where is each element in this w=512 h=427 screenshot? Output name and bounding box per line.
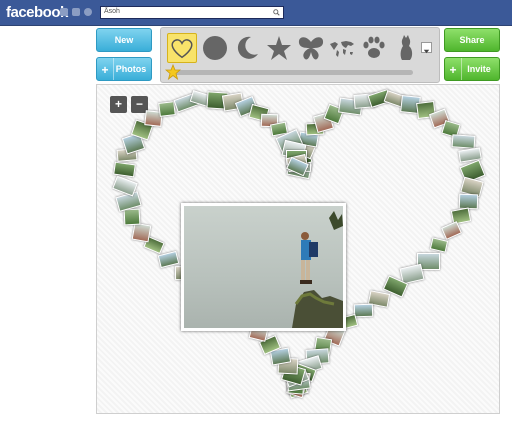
notifications-icon[interactable] [84, 8, 92, 16]
paw-icon[interactable] [359, 33, 389, 63]
featured-photo[interactable] [181, 203, 346, 331]
collage-thumbnail[interactable] [131, 222, 152, 243]
circle-icon[interactable] [200, 33, 230, 63]
search-icon[interactable] [273, 9, 280, 16]
size-slider[interactable] [170, 70, 413, 75]
moon-icon[interactable] [232, 33, 262, 63]
slider-handle-star-icon[interactable] [165, 64, 181, 80]
star-icon[interactable] [264, 33, 294, 63]
plus-icon: + [445, 58, 462, 80]
left-column [0, 26, 94, 427]
search-input[interactable]: Ãsoh [100, 6, 284, 19]
invite-button-label: Invite [467, 64, 491, 74]
world-map-icon[interactable] [327, 33, 357, 63]
share-button[interactable]: Share [444, 28, 500, 52]
add-photos-label: Photos [115, 64, 147, 74]
invite-button[interactable]: + Invite [444, 57, 500, 81]
chevron-down-icon [423, 49, 430, 54]
heart-icon[interactable] [167, 33, 197, 63]
butterfly-icon[interactable] [296, 33, 326, 63]
friend-requests-icon[interactable] [60, 8, 68, 16]
search-input-value: Ãsoh [104, 8, 120, 15]
zoom-in-button[interactable]: + [110, 96, 127, 113]
facebook-header: facebook Ãsoh [0, 0, 512, 26]
cat-icon[interactable] [391, 33, 421, 63]
messages-icon[interactable] [72, 8, 80, 16]
new-button-label: New [114, 35, 134, 45]
shape-dropdown-toggle[interactable] [421, 42, 432, 54]
new-button[interactable]: New [96, 28, 152, 52]
collage-thumbnail[interactable] [353, 303, 373, 318]
share-button-label: Share [459, 35, 485, 45]
plus-icon: + [97, 58, 114, 80]
collage-thumbnail[interactable] [158, 101, 176, 118]
collage-thumbnail[interactable] [451, 133, 476, 149]
collage-thumbnail[interactable] [123, 208, 141, 226]
featured-photo-image [184, 206, 343, 328]
add-photos-button[interactable]: + Photos [96, 57, 152, 81]
facebook-logo[interactable]: facebook [6, 4, 68, 21]
